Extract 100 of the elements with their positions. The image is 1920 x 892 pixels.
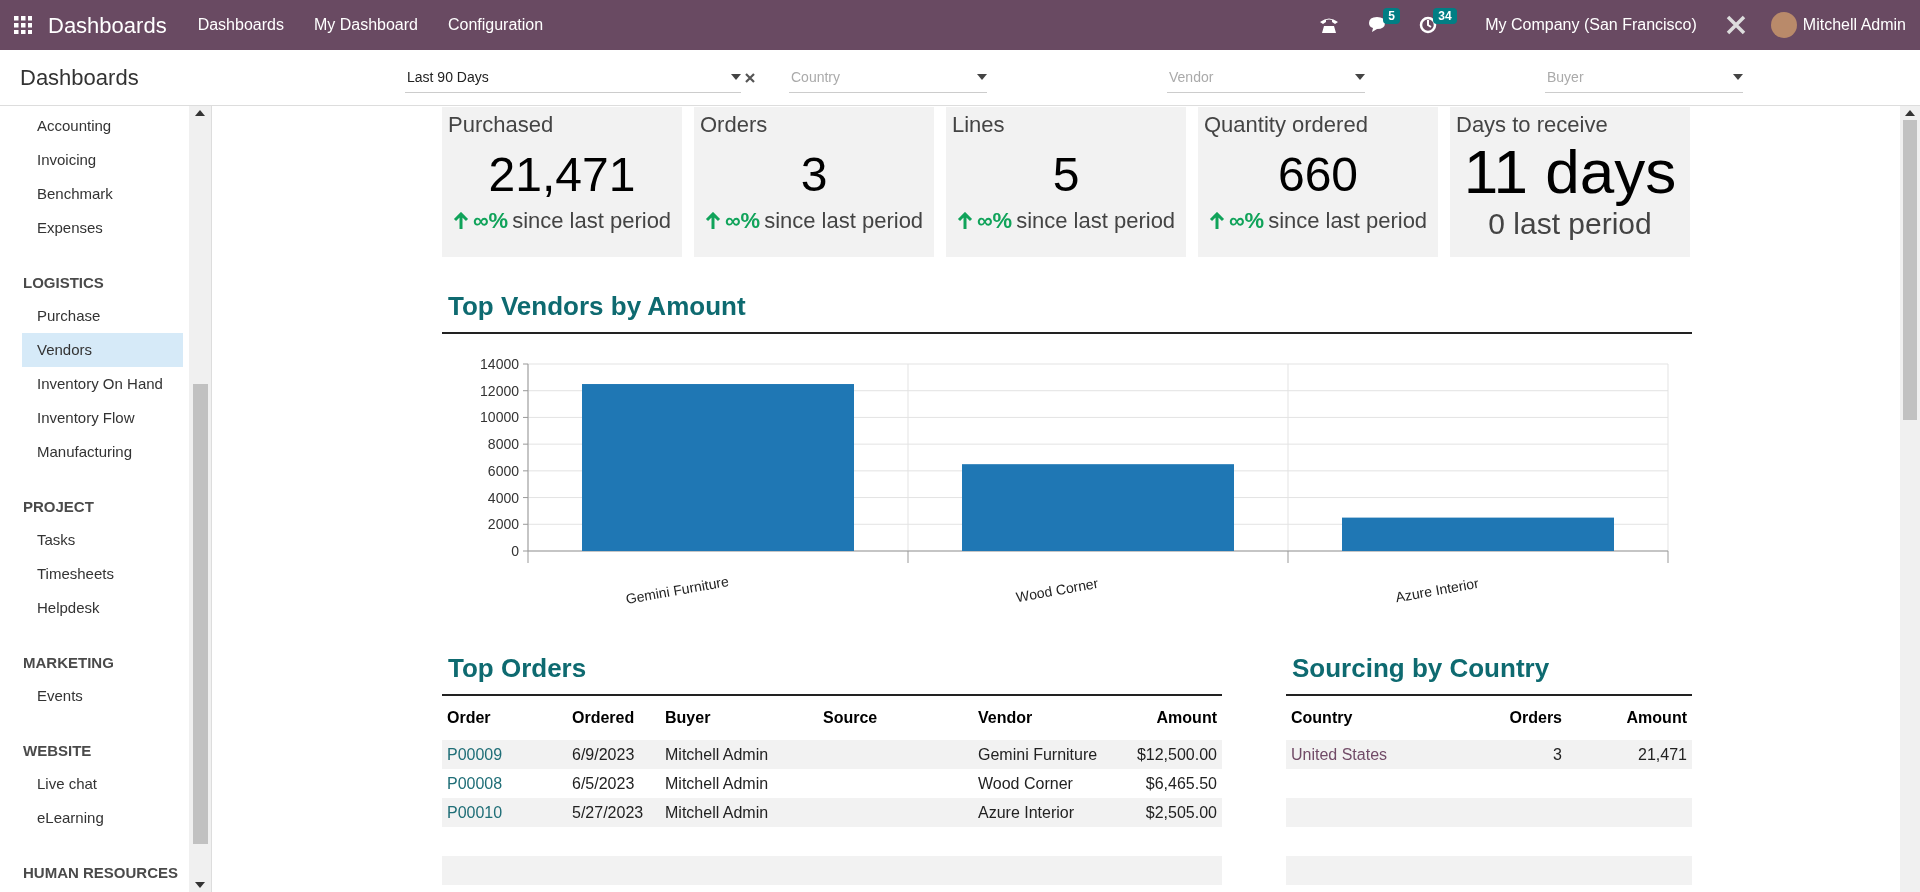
- sidebar-section-title: MARKETING: [22, 653, 115, 673]
- caret-icon: [731, 74, 741, 80]
- y-tick-label: 14000: [480, 356, 519, 372]
- table-cell-text: 21,471: [1638, 744, 1687, 765]
- kpi-note: since last period: [512, 207, 672, 235]
- kpi-value: 21,471: [488, 147, 636, 203]
- column-header: Country: [1291, 708, 1353, 728]
- apps-grid-icon[interactable]: [14, 16, 32, 34]
- table-cell-text: Mitchell Admin: [665, 802, 769, 823]
- scrollbar-thumb[interactable]: [1903, 120, 1917, 420]
- table-cell-text: 5/27/2023: [572, 802, 644, 823]
- sidebar-item[interactable]: Events: [22, 679, 184, 713]
- scroll-up-icon[interactable]: [1905, 110, 1915, 116]
- table-cell-text: $2,505.00: [1145, 802, 1217, 823]
- nav-menu-item[interactable]: Configuration: [432, 13, 559, 37]
- kpi-value: 5: [1052, 147, 1080, 203]
- record-link[interactable]: P00010: [447, 800, 503, 825]
- y-tick-label: 12000: [480, 382, 519, 399]
- scroll-up-icon[interactable]: [195, 110, 206, 116]
- table-cell-text: 3: [1553, 744, 1562, 765]
- kpi-title: Lines: [952, 111, 1005, 139]
- kpi-change: ∞%: [472, 207, 509, 235]
- caret-icon: [977, 74, 987, 80]
- sidebar-section-title: HUMAN RESOURCES: [22, 863, 179, 883]
- clear-icon[interactable]: [745, 72, 755, 83]
- scrollbar-thumb[interactable]: [192, 384, 208, 844]
- sidebar-scrollbar[interactable]: [189, 106, 211, 892]
- page-title: Dashboards: [20, 65, 139, 90]
- nav-menu-item[interactable]: My Dashboard: [298, 13, 433, 37]
- arrow-up-icon: [704, 212, 721, 230]
- kpi-note: 0 last period: [1488, 206, 1652, 242]
- activity-count-badge: 34: [1433, 8, 1457, 24]
- user-name[interactable]: Mitchell Admin: [1802, 13, 1906, 37]
- sidebar-item[interactable]: Purchase: [22, 299, 184, 333]
- record-link[interactable]: P00008: [447, 771, 503, 796]
- kpi-change: ∞%: [976, 207, 1013, 235]
- section-title: Top Orders: [448, 653, 587, 683]
- sidebar-item[interactable]: Live chat: [22, 767, 184, 801]
- phone-icon[interactable]: [1319, 16, 1340, 34]
- y-tick-label: 2000: [487, 516, 519, 533]
- column-header: Source: [823, 708, 878, 728]
- table-cell-text: 6/5/2023: [572, 773, 635, 794]
- sidebar-item[interactable]: Expenses: [22, 211, 184, 245]
- column-header: Amount: [1626, 708, 1687, 728]
- column-header: Order: [447, 708, 491, 728]
- table-cell-text: Azure Interior: [978, 802, 1075, 823]
- app-title[interactable]: Dashboards: [48, 8, 167, 42]
- scroll-down-icon[interactable]: [195, 882, 206, 888]
- kpi-value: 660: [1277, 147, 1359, 203]
- section-title: Sourcing by Country: [1292, 653, 1550, 683]
- arrow-up-icon: [1208, 212, 1225, 230]
- section-title: Top Vendors by Amount: [448, 291, 746, 321]
- sidebar-item[interactable]: Timesheets: [22, 557, 184, 591]
- sidebar-section-title: WEBSITE: [22, 741, 93, 761]
- table-cell-text: 6/9/2023: [572, 744, 635, 765]
- kpi-note: since last period: [1268, 207, 1428, 235]
- sidebar-section-title: PROJECT: [22, 497, 95, 517]
- kpi-value: 3: [800, 147, 828, 203]
- column-header: Orders: [1509, 708, 1562, 728]
- record-link[interactable]: P00009: [447, 742, 503, 767]
- sidebar-item[interactable]: Inventory Flow: [22, 401, 184, 435]
- x-tick-label: Gemini Furniture: [624, 573, 730, 607]
- company-switcher[interactable]: My Company (San Francisco): [1485, 13, 1697, 37]
- y-tick-label: 8000: [487, 436, 519, 453]
- sidebar-item[interactable]: Accounting: [22, 109, 184, 143]
- clock-icon[interactable]: [1419, 16, 1438, 34]
- sidebar-item[interactable]: Invoicing: [22, 143, 184, 177]
- y-tick-label: 10000: [480, 409, 519, 426]
- kpi-title: Purchased: [448, 111, 554, 139]
- chat-count-badge: 5: [1383, 8, 1400, 24]
- nav-menu-item[interactable]: Dashboards: [182, 13, 299, 37]
- arrow-up-icon: [452, 212, 469, 230]
- arrow-up-icon: [956, 212, 973, 230]
- table-cell-text: Gemini Furniture: [978, 744, 1098, 765]
- sidebar-item[interactable]: Inventory On Hand: [22, 367, 184, 401]
- sidebar-item[interactable]: Tasks: [22, 523, 184, 557]
- sidebar-item[interactable]: eLearning: [22, 801, 184, 835]
- page-scrollbar[interactable]: [1900, 106, 1920, 892]
- table-cell-text: Wood Corner: [978, 773, 1073, 794]
- filter-select[interactable]: Last 90 Days: [405, 62, 741, 93]
- sidebar-section-title: LOGISTICS: [22, 273, 105, 293]
- sidebar-item[interactable]: Vendors: [22, 333, 184, 367]
- avatar[interactable]: [1770, 12, 1797, 38]
- table-cell-text: $6,465.50: [1145, 773, 1217, 794]
- table-cell-text: Mitchell Admin: [665, 744, 769, 765]
- kpi-title: Days to receive: [1456, 111, 1608, 139]
- column-header: Buyer: [665, 708, 711, 728]
- x-tick-label: Azure Interior: [1394, 574, 1480, 606]
- kpi-title: Orders: [700, 111, 768, 139]
- sidebar-item[interactable]: Manufacturing: [22, 435, 184, 469]
- y-tick-label: 6000: [487, 462, 519, 479]
- kpi-value: 11 days: [1463, 139, 1677, 205]
- sidebar-item[interactable]: Benchmark: [22, 177, 184, 211]
- kpi-change: ∞%: [724, 207, 761, 235]
- sidebar-item[interactable]: Helpdesk: [22, 591, 184, 625]
- column-header: Amount: [1156, 708, 1217, 728]
- caret-icon: [1733, 74, 1743, 80]
- kpi-change: ∞%: [1228, 207, 1265, 235]
- record-link[interactable]: United States: [1291, 742, 1388, 767]
- x-tick-label: Wood Corner: [1014, 575, 1100, 606]
